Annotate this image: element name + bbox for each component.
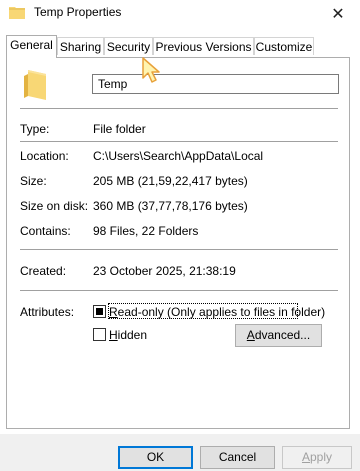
separator <box>20 290 338 291</box>
indeterminate-mark-icon <box>96 308 103 315</box>
advanced-button[interactable]: Advanced... <box>235 324 322 347</box>
tab-general[interactable]: General <box>6 35 57 58</box>
general-tab-panel <box>6 57 350 429</box>
tab-sharing[interactable]: Sharing <box>57 37 104 55</box>
ok-button[interactable]: OK <box>118 446 193 469</box>
location-label: Location: <box>20 149 69 163</box>
mouse-pointer-icon <box>142 57 160 83</box>
hidden-label[interactable]: Hidden <box>109 328 147 342</box>
close-icon: ✕ <box>331 6 345 23</box>
readonly-checkbox[interactable] <box>93 305 106 318</box>
contains-value: 98 Files, 22 Folders <box>93 224 199 238</box>
created-label: Created: <box>20 264 67 278</box>
contains-label: Contains: <box>20 224 71 238</box>
type-value: File folder <box>93 122 146 136</box>
folder-large-icon <box>24 70 46 100</box>
attributes-label: Attributes: <box>20 305 75 319</box>
window-title: Temp Properties <box>34 5 122 19</box>
size-on-disk-label: Size on disk: <box>20 199 89 213</box>
type-label: Type: <box>20 122 50 136</box>
separator <box>20 141 338 142</box>
size-label: Size: <box>20 174 47 188</box>
readonly-label[interactable]: Read-only (Only applies to files in fold… <box>109 305 325 319</box>
created-value: 23 October 2025, 21:38:19 <box>93 264 236 278</box>
apply-button[interactable]: Apply <box>282 446 352 469</box>
folder-name-field[interactable]: Temp <box>92 74 339 94</box>
location-value: C:\Users\Search\AppData\Local <box>93 149 264 163</box>
title-bar: Temp Properties ✕ <box>0 0 360 28</box>
size-on-disk-value: 360 MB (37,77,78,176 bytes) <box>93 199 248 213</box>
folder-icon <box>9 7 25 19</box>
hidden-checkbox[interactable] <box>93 328 106 341</box>
tab-security[interactable]: Security <box>104 37 153 55</box>
separator <box>20 108 338 109</box>
close-button[interactable]: ✕ <box>316 0 360 28</box>
tab-previous-versions[interactable]: Previous Versions <box>153 37 254 55</box>
size-value: 205 MB (21,59,22,417 bytes) <box>93 174 248 188</box>
separator <box>20 249 338 250</box>
cancel-button[interactable]: Cancel <box>200 446 275 469</box>
tab-customize[interactable]: Customize <box>254 37 314 55</box>
